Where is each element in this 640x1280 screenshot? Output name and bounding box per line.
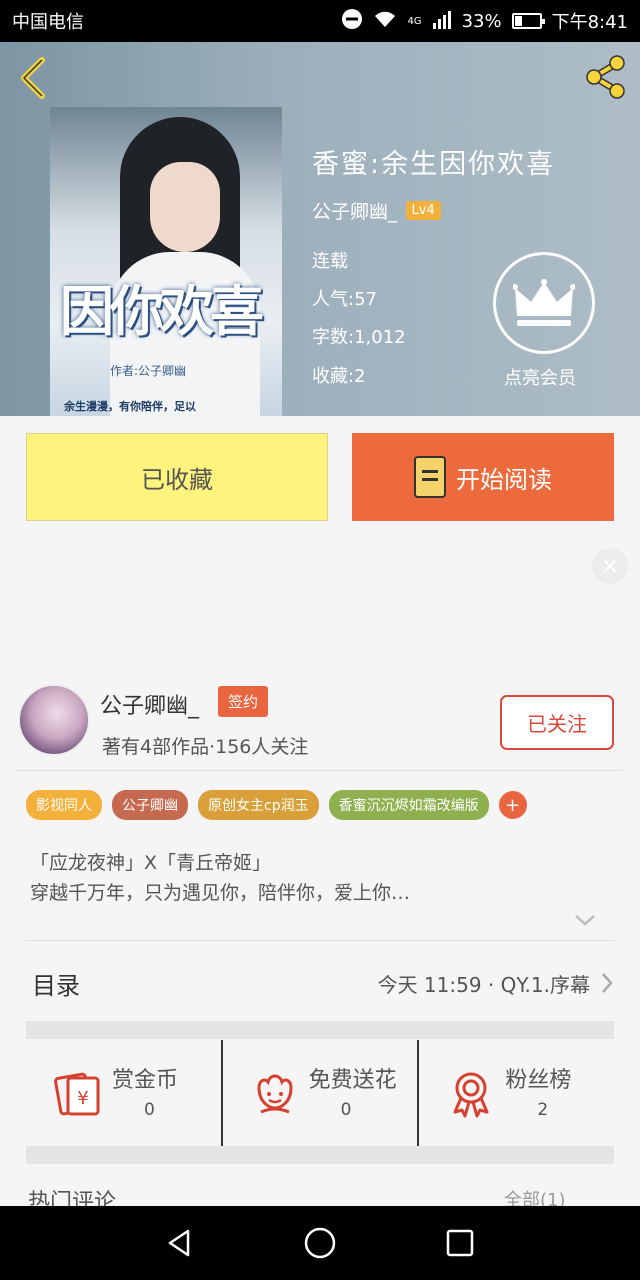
divider bbox=[26, 940, 614, 941]
flower-icon bbox=[257, 1074, 293, 1114]
collected-button[interactable]: 已收藏 bbox=[26, 433, 328, 521]
divider bbox=[16, 770, 622, 771]
status-icons: 4G 33% 下午8:41 bbox=[341, 8, 628, 35]
book-word-count: 字数:1,012 bbox=[312, 327, 406, 348]
chevron-down-icon bbox=[575, 915, 595, 926]
latest-chapter: 今天 11:59 · QY.1.序幕 bbox=[377, 972, 590, 997]
add-tag-button[interactable]: + bbox=[498, 791, 527, 819]
description-line: 「应龙夜神」X「青丘帝姬」 bbox=[30, 852, 272, 874]
book-description: 「应龙夜神」X「青丘帝姬」 穿越千万年，只为遇见你，陪伴你，爱上你… bbox=[30, 848, 410, 908]
back-button[interactable] bbox=[14, 56, 54, 100]
nav-back-button[interactable] bbox=[160, 1223, 200, 1263]
book-status: 连载 bbox=[312, 251, 348, 272]
wifi-icon bbox=[373, 9, 397, 34]
book-popularity: 人气:57 bbox=[312, 289, 377, 310]
book-author-row: 公子卿幽_ Lv4 bbox=[312, 197, 441, 224]
description-line: 穿越千万年，只为遇见你，陪伴你，爱上你… bbox=[30, 882, 411, 904]
section-separator bbox=[26, 1021, 614, 1039]
battery-percent: 33% bbox=[461, 10, 502, 32]
triangle-back-icon bbox=[168, 1229, 190, 1257]
follow-button[interactable]: 已关注 bbox=[500, 695, 614, 750]
share-button[interactable] bbox=[580, 52, 630, 102]
square-recents-icon bbox=[446, 1229, 474, 1257]
signed-badge: 签约 bbox=[218, 686, 269, 717]
start-reading-button[interactable]: 开始阅读 bbox=[352, 433, 614, 521]
catalog-label: 目录 bbox=[32, 971, 80, 1000]
stat-value: 2 bbox=[537, 1100, 549, 1120]
cover-title: 因你欢喜 bbox=[60, 279, 264, 343]
author-avatar[interactable] bbox=[18, 684, 90, 756]
book-title: 香蜜:余生因你欢喜 bbox=[312, 149, 556, 180]
fan-ranking-stat[interactable]: 粉丝榜 2 bbox=[417, 1040, 614, 1146]
book-author[interactable]: 公子卿幽_ bbox=[312, 197, 398, 224]
close-ad-button[interactable]: × bbox=[592, 548, 628, 584]
author-stats: 著有4部作品·156人关注 bbox=[102, 736, 309, 758]
cover-footer: 余生漫漫，有你陪伴，足以 bbox=[64, 400, 196, 413]
catalog-latest: 今天 11:59 · QY.1.序幕 bbox=[378, 969, 614, 998]
carrier-label: 中国电信 bbox=[12, 12, 84, 33]
back-arrow-icon bbox=[21, 57, 45, 99]
stat-value: 0 bbox=[340, 1100, 352, 1120]
close-icon: × bbox=[600, 553, 620, 579]
tag[interactable]: 公子卿幽 bbox=[112, 790, 188, 820]
stat-label: 免费送花 bbox=[308, 1068, 397, 1093]
clock: 下午8:41 bbox=[551, 12, 628, 33]
expand-description-button[interactable] bbox=[573, 912, 597, 928]
battery-icon bbox=[511, 13, 545, 29]
book-icon bbox=[414, 456, 446, 498]
support-stats: ¥ 赏金币 0 免费送花 0 粉丝榜 2 bbox=[26, 1040, 614, 1146]
network-type-label: 4G bbox=[407, 15, 422, 27]
cover-author-line: 作者:公子卿幽 bbox=[110, 364, 187, 378]
stat-value: 0 bbox=[144, 1100, 155, 1120]
reward-coin-stat[interactable]: ¥ 赏金币 0 bbox=[26, 1040, 221, 1146]
catalog-row[interactable]: 目录 今天 11:59 · QY.1.序幕 bbox=[26, 950, 614, 1016]
vip-button[interactable] bbox=[493, 252, 595, 354]
system-nav-bar bbox=[0, 1206, 640, 1280]
nav-home-button[interactable] bbox=[300, 1223, 340, 1263]
share-icon bbox=[586, 55, 625, 99]
status-bar: 中国电信 4G 33% 下午8:41 bbox=[0, 0, 640, 42]
signal-icon bbox=[432, 9, 452, 34]
svg-text:¥: ¥ bbox=[77, 1088, 88, 1109]
tag[interactable]: 香蜜沉沉烬如霜改编版 bbox=[328, 790, 489, 820]
nav-recents-button[interactable] bbox=[440, 1223, 480, 1263]
chevron-right-icon bbox=[602, 973, 613, 993]
author-name[interactable]: 公子卿幽_ bbox=[100, 688, 199, 720]
book-collections: 收藏:2 bbox=[312, 366, 366, 387]
do-not-disturb-icon bbox=[341, 8, 363, 35]
tag[interactable]: 原创女主cp润玉 bbox=[198, 790, 319, 820]
author-level-badge: Lv4 bbox=[405, 201, 441, 220]
stat-label: 粉丝榜 bbox=[505, 1068, 572, 1093]
free-flower-stat[interactable]: 免费送花 0 bbox=[220, 1040, 418, 1146]
start-reading-label: 开始阅读 bbox=[456, 465, 552, 494]
medal-icon bbox=[453, 1072, 489, 1118]
stat-label: 赏金币 bbox=[112, 1068, 179, 1093]
crown-icon bbox=[513, 279, 575, 326]
book-cover[interactable]: 因你欢喜 作者:公子卿幽 余生漫漫，有你陪伴，足以 bbox=[50, 107, 282, 416]
reward-coin-icon: ¥ bbox=[54, 1072, 100, 1116]
circle-home-icon bbox=[304, 1227, 336, 1259]
tag[interactable]: 影视同人 bbox=[26, 790, 102, 820]
section-separator bbox=[26, 1146, 614, 1164]
tag-list: 影视同人 公子卿幽 原创女主cp润玉 香蜜沉沉烬如霜改编版 + bbox=[26, 790, 527, 820]
vip-label[interactable]: 点亮会员 bbox=[504, 364, 576, 390]
book-header: 因你欢喜 作者:公子卿幽 余生漫漫，有你陪伴，足以 香蜜:余生因你欢喜 公子卿幽… bbox=[0, 42, 640, 416]
